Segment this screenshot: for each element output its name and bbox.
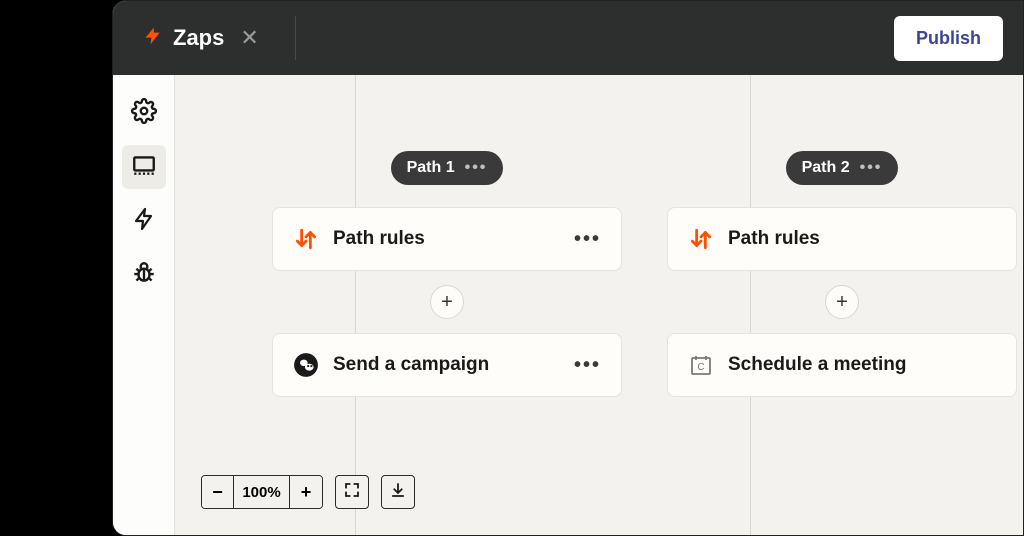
more-icon[interactable]: •••: [574, 228, 601, 251]
add-step-button[interactable]: +: [430, 285, 464, 319]
zoom-value: 100%: [234, 476, 290, 508]
download-button[interactable]: [381, 475, 415, 509]
canvas[interactable]: Path 1 ••• Path rules ••• +: [175, 75, 1023, 535]
plus-icon: +: [836, 291, 848, 314]
editor-body: Path 1 ••• Path rules ••• +: [113, 75, 1023, 535]
zoom-group: − 100% +: [201, 475, 323, 509]
expand-icon: [343, 481, 361, 504]
canvas-icon: [131, 152, 157, 183]
node-label: Send a campaign: [333, 354, 560, 376]
plus-icon: +: [441, 291, 453, 314]
tab-divider: [295, 16, 296, 60]
tab-zaps[interactable]: Zaps ✕: [133, 18, 275, 59]
path-column-1: Path 1 ••• Path rules ••• +: [267, 75, 627, 397]
more-icon[interactable]: •••: [574, 354, 601, 377]
zoom-in-button[interactable]: +: [290, 476, 322, 508]
node-label: Schedule a meeting: [728, 354, 996, 376]
path-column-2: Path 2 ••• Path rules + C Schedule a: [662, 75, 1022, 397]
publish-button[interactable]: Publish: [894, 16, 1003, 61]
node-path-rules-1[interactable]: Path rules •••: [272, 207, 622, 271]
download-icon: [389, 481, 407, 504]
node-schedule-meeting[interactable]: C Schedule a meeting: [667, 333, 1017, 397]
sidebar-item-canvas[interactable]: [122, 145, 166, 189]
path-rules-icon: [688, 226, 714, 252]
zoom-out-button[interactable]: −: [202, 476, 234, 508]
calendar-icon: C: [688, 352, 714, 378]
sidebar-item-debug[interactable]: [122, 253, 166, 297]
svg-text:C: C: [697, 362, 704, 373]
top-bar: Zaps ✕ Publish: [113, 1, 1023, 75]
node-send-campaign[interactable]: Send a campaign •••: [272, 333, 622, 397]
close-icon[interactable]: ✕: [234, 25, 264, 51]
left-sidebar: [113, 75, 175, 535]
tab-title: Zaps: [173, 25, 224, 51]
bolt-icon: [143, 24, 163, 53]
path-label: Path 2: [802, 159, 850, 177]
gear-icon: [131, 98, 157, 129]
path-label: Path 1: [407, 159, 455, 177]
path-pill-2[interactable]: Path 2 •••: [786, 151, 899, 185]
node-label: Path rules: [333, 228, 560, 250]
path-pill-1[interactable]: Path 1 •••: [391, 151, 504, 185]
lightning-icon: [132, 207, 156, 236]
sidebar-item-zap[interactable]: [122, 199, 166, 243]
more-icon[interactable]: •••: [860, 159, 883, 177]
mailchimp-icon: [293, 352, 319, 378]
more-icon[interactable]: •••: [465, 159, 488, 177]
zoom-toolbar: − 100% +: [201, 475, 415, 509]
node-path-rules-2[interactable]: Path rules: [667, 207, 1017, 271]
fit-screen-button[interactable]: [335, 475, 369, 509]
add-step-button[interactable]: +: [825, 285, 859, 319]
path-rules-icon: [293, 226, 319, 252]
node-label: Path rules: [728, 228, 996, 250]
app-window: Zaps ✕ Publish: [112, 0, 1024, 536]
sidebar-item-settings[interactable]: [122, 91, 166, 135]
bug-icon: [131, 260, 157, 291]
